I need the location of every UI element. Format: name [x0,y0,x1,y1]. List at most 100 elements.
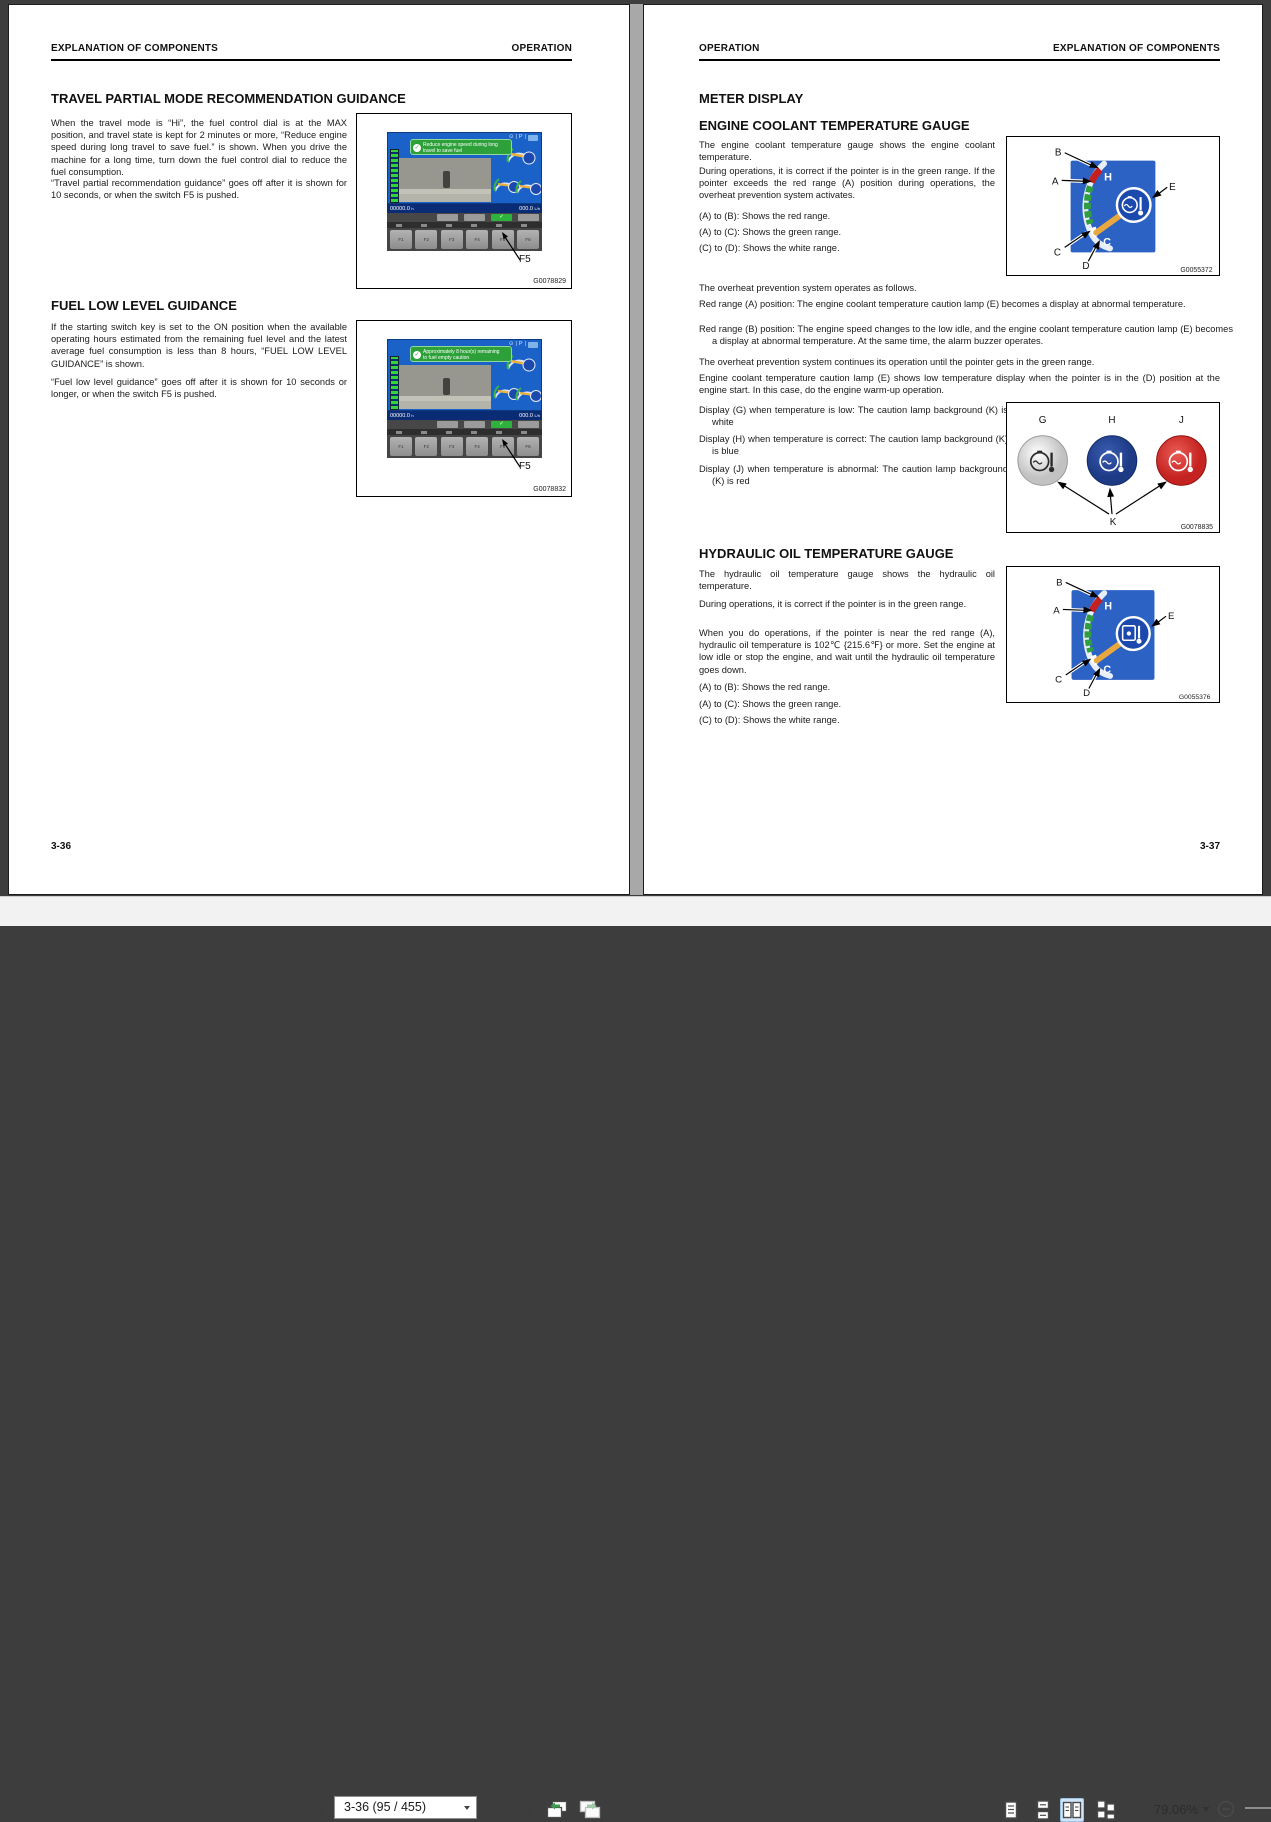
zoom-level-value[interactable]: 79.06% [1138,1802,1198,1817]
svg-text:C: C [1103,664,1111,676]
travel-paragraph-1: When the travel mode is “Hi”, the fuel c… [51,118,347,177]
layout-single-page-button[interactable] [999,1798,1023,1822]
header-rule [699,59,1220,61]
fuel-rate-unit: L/h [534,413,540,418]
monitor-info-bar: 00000.0 h 000.0 L/h [387,411,542,420]
header-left-text: OPERATION [699,43,760,54]
section-title-fuel: FUEL LOW LEVEL GUIDANCE [51,298,237,313]
fuel-rate-value: 000.0 [519,413,533,419]
svg-text:B: B [1055,148,1062,159]
svg-text:K: K [1110,517,1117,528]
caution-lamp-diagram: G H J K G0078835 [1017,415,1213,531]
fuel-paragraph-1: If the starting switch key is set to the… [51,322,347,369]
last-page-icon [518,1803,531,1815]
figure-id: G0078832 [533,486,566,493]
travel-guidance-figure: ⊙ | P | ✓ Reduce engine speed during long … [356,113,572,289]
softkey-2 [464,421,485,428]
previous-view-button[interactable] [545,1799,569,1819]
lamp-white [1017,435,1068,486]
chevron-down-icon [464,1806,470,1810]
previous-page-button[interactable] [309,1799,329,1819]
guidance-banner: ✓ Approximately 8 hour(s) remaining to f… [410,346,512,362]
key-f4: F4 [466,230,489,249]
caution-lamp-figure: G H J K G0078835 [1006,402,1220,533]
first-page-button[interactable] [277,1799,297,1819]
page-number-select[interactable]: 3-36 (95 / 455) [334,1796,477,1819]
svg-text:C: C [1103,236,1111,248]
lamp-red [1156,435,1207,486]
guidance-check-icon: ✓ [413,143,421,152]
hydraulic-range-ac: (A) to (C): Shows the green range. [699,699,842,709]
page-number-right: 3-37 [1199,841,1220,852]
parking-indicator: P [518,134,523,140]
key-f2: F2 [415,437,438,456]
page-spread-gap [630,4,643,895]
zoom-dropdown-caret-icon[interactable] [1202,1807,1210,1812]
key-f1: F1 [390,437,412,456]
next-page-button[interactable] [486,1799,506,1819]
fuel-guidance-figure: ⊙ | P | ✓ Approximately 8 hour(s) remainin… [356,320,572,497]
rear-camera-view [399,158,491,202]
coolant-range-ab: (A) to (B): Shows the red range. [699,211,831,221]
figure-id: G0078829 [533,278,566,285]
coolant-post-5: Engine coolant temperature caution lamp … [699,373,1220,396]
page-number-left: 3-36 [51,841,72,852]
key-f1: F1 [390,230,412,249]
facing-continuous-icon [1096,1800,1116,1820]
service-meter-value: 00000.0 [390,206,410,212]
zoom-out-button[interactable] [1216,1799,1236,1819]
svg-text:H: H [1108,415,1115,426]
next-view-button[interactable] [578,1799,602,1819]
key-f2: F2 [415,230,438,249]
layout-continuous-button[interactable] [1031,1798,1055,1822]
monitor-screen: ⊙ | P | ✓ Approximately 8 hour(s) remainin… [387,339,542,411]
svg-text:C: C [1055,675,1062,686]
svg-text:H: H [1104,600,1112,612]
guidance-check-icon: ✓ [413,350,421,359]
header-left-text: EXPLANATION OF COMPONENTS [51,43,219,54]
layout-facing-button[interactable] [1060,1798,1084,1822]
lamp-blue [1086,435,1138,486]
fuel-rate-value: 000.0 [519,206,533,212]
key-f3: F3 [440,230,463,249]
hydraulic-paragraph-1: The hydraulic oil temperature gauge show… [699,569,995,592]
coolant-range-cd: (C) to (D): Shows the white range. [699,243,840,253]
hydraulic-range-ab: (A) to (B): Shows the red range. [699,682,831,692]
softkey-1 [437,214,458,221]
monitor-info-bar: 00000.0 h 000.0 L/h [387,204,542,213]
svg-text:J: J [1179,415,1184,426]
svg-text:G0055372: G0055372 [1180,267,1212,274]
coolant-post-1: The overheat prevention system operates … [699,283,917,293]
page-number-select-value: 3-36 (95 / 455) [344,1800,426,1814]
softkey-2 [464,214,485,221]
display-h-text: Display (H) when temperature is correct:… [699,434,1008,457]
parking-indicator: P [518,341,523,347]
svg-text:H: H [1104,171,1112,183]
layout-facing-continuous-button[interactable] [1094,1798,1118,1822]
banner-line-2: travel to save fuel [423,148,463,154]
last-page-button[interactable] [514,1799,534,1819]
svg-text:A: A [1053,605,1060,616]
hydraulic-gauge-figure: H C B A E C D G0055376 [1006,566,1220,703]
coolant-gauge-diagram: H C B A E C D G0055372 [1052,148,1213,274]
key-f4: F4 [466,437,489,456]
fuel-level-bar-gauge [390,356,399,410]
svg-text:A: A [1052,176,1059,187]
softkey-1 [437,421,458,428]
header-right-text: OPERATION [511,43,572,54]
f5-callout-label: F5 [519,461,531,472]
zoom-slider[interactable] [1245,1807,1271,1809]
coolant-range-ac: (A) to (C): Shows the green range. [699,227,842,237]
monitor-status-icons: ⊙ | P | [509,134,538,141]
hydraulic-gauge-diagram: H C B A E C D G0055376 [1053,577,1210,701]
section-title-travel: TRAVEL PARTIAL MODE RECOMMENDATION GUIDA… [51,91,406,106]
svg-text:B: B [1056,577,1062,588]
svg-text:D: D [1083,688,1090,699]
fuel-rate-unit: L/h [534,206,540,211]
coolant-post-3: Red range (B) position: The engine speed… [699,324,1233,347]
display-g-text: Display (G) when temperature is low: The… [699,405,1008,428]
hydraulic-paragraph-2: During operations, it is correct if the … [699,599,967,609]
service-meter-value: 00000.0 [390,413,410,419]
coolant-post-2: Red range (A) position: The engine coola… [699,299,1186,309]
previous-page-icon [315,1803,324,1815]
